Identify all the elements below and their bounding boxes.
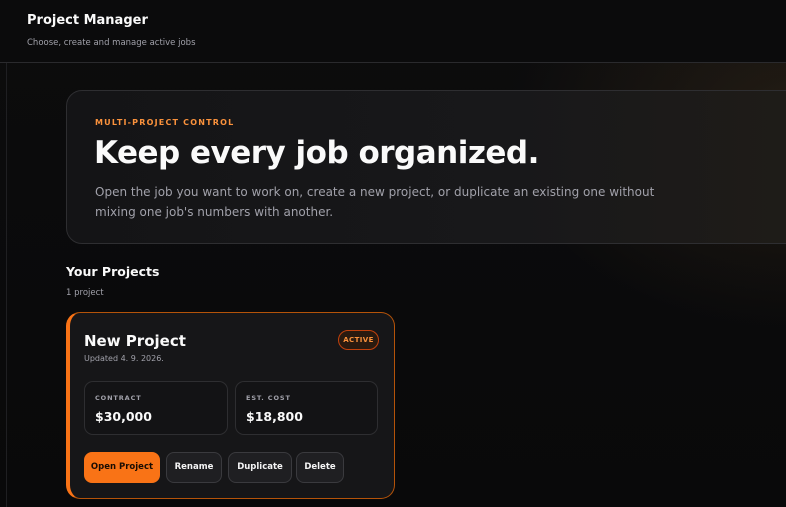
hero-description: Open the job you want to work on, create… <box>95 185 655 219</box>
est-cost-stat: EST. COST $18,800 <box>235 381 378 435</box>
duplicate-button[interactable]: Duplicate <box>228 452 292 483</box>
projects-count: 1 project <box>66 288 104 298</box>
rename-button[interactable]: Rename <box>166 452 222 483</box>
project-updated-date: Updated 4. 9. 2026. <box>84 354 164 363</box>
project-name: New Project <box>84 332 186 350</box>
status-badge: ACTIVE <box>338 330 379 350</box>
sidebar-divider <box>6 63 7 507</box>
app-subtitle: Choose, create and manage active jobs <box>27 38 196 48</box>
app-title: Project Manager <box>27 13 148 28</box>
contract-value: $30,000 <box>95 409 152 424</box>
contract-label: CONTRACT <box>95 394 142 402</box>
hero-title: Keep every job organized. <box>94 135 539 171</box>
est-cost-label: EST. COST <box>246 394 291 402</box>
contract-stat: CONTRACT $30,000 <box>84 381 228 435</box>
delete-button[interactable]: Delete <box>296 452 344 483</box>
est-cost-value: $18,800 <box>246 409 303 424</box>
project-card: New Project Updated 4. 9. 2026. ACTIVE C… <box>66 312 395 499</box>
open-project-button[interactable]: Open Project <box>84 452 160 483</box>
hero-eyebrow: MULTI-PROJECT CONTROL <box>95 118 235 127</box>
hero-panel: MULTI-PROJECT CONTROL Keep every job org… <box>66 90 786 244</box>
top-bar: Project Manager Choose, create and manag… <box>0 0 786 63</box>
projects-section-title: Your Projects <box>66 264 160 279</box>
